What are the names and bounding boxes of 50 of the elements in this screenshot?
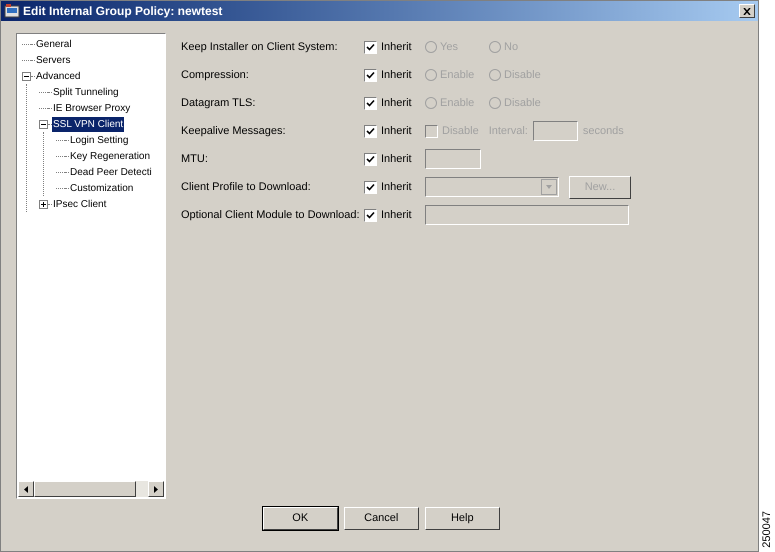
field-label: Optional Client Module to Download: xyxy=(181,208,361,223)
figure-number: 250047 xyxy=(760,511,774,548)
inherit-label: Inherit xyxy=(381,152,413,167)
tree-item[interactable]: IPsec Client xyxy=(52,196,108,212)
dialog-button[interactable]: Help xyxy=(424,507,500,530)
check-icon xyxy=(366,182,375,192)
tree-item[interactable]: Split Tunneling xyxy=(52,84,120,100)
scroll-right-button[interactable] xyxy=(148,481,164,497)
collapse-icon[interactable] xyxy=(39,120,48,128)
inherit-label: Inherit xyxy=(381,180,413,195)
close-button[interactable] xyxy=(738,4,754,18)
app-icon xyxy=(4,3,20,19)
expand-icon[interactable] xyxy=(39,200,48,208)
scroll-thumb[interactable] xyxy=(34,481,136,497)
dialog-button[interactable]: OK xyxy=(262,507,338,530)
tree-item[interactable]: Dead Peer Detecti xyxy=(69,164,153,180)
check-icon xyxy=(366,42,375,52)
left-arrow-icon xyxy=(24,486,28,492)
inherit-label: Inherit xyxy=(381,124,413,139)
tree-item[interactable]: Key Regeneration xyxy=(69,148,152,164)
check-icon xyxy=(366,126,375,136)
tree-item[interactable]: SSL VPN Client xyxy=(52,116,124,132)
tree-item[interactable]: Customization xyxy=(69,180,134,196)
collapse-icon[interactable] xyxy=(22,72,31,80)
tree-item[interactable]: IE Browser Proxy xyxy=(52,100,132,116)
field-label: Compression: xyxy=(181,68,250,83)
check-icon xyxy=(366,98,375,108)
right-arrow-icon xyxy=(154,486,158,492)
check-icon xyxy=(366,70,375,80)
field-label: Datagram TLS: xyxy=(181,96,256,111)
tree-item[interactable]: Login Setting xyxy=(69,132,130,148)
field-label: Keep Installer on Client System: xyxy=(181,40,339,55)
close-icon xyxy=(742,8,750,14)
tree-item[interactable]: Servers xyxy=(35,52,72,68)
scroll-left-button[interactable] xyxy=(18,481,34,497)
inherit-label: Inherit xyxy=(381,208,413,223)
inherit-label: Inherit xyxy=(381,96,413,111)
inherit-label: Inherit xyxy=(381,40,413,55)
tree-item[interactable]: General xyxy=(35,36,73,52)
dialog-button[interactable]: Cancel xyxy=(344,507,419,530)
field-label: Keepalive Messages: xyxy=(181,124,287,139)
check-icon xyxy=(366,154,375,164)
tree-item[interactable]: Advanced xyxy=(35,68,82,84)
field-label: Client Profile to Download: xyxy=(181,180,312,195)
window-title: Edit Internal Group Policy: newtest xyxy=(23,3,224,20)
field-label: MTU: xyxy=(181,152,209,167)
inherit-label: Inherit xyxy=(381,68,413,83)
check-icon xyxy=(366,210,375,220)
caret-icon xyxy=(541,179,557,195)
horizontal-scrollbar[interactable] xyxy=(18,481,164,497)
